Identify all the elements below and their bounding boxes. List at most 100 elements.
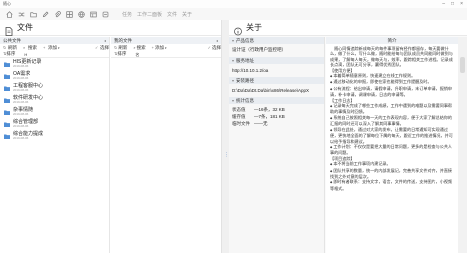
close-button[interactable]: ×: [460, 0, 463, 8]
server-section-header[interactable]: ▾ 服务地址: [229, 57, 324, 64]
refresh-button[interactable]: ↻ 刷新: [3, 45, 17, 51]
file-meta: OA需求 2019-08-06: [13, 71, 30, 81]
sort-filter-input[interactable]: 名: [134, 52, 164, 57]
folder-icon: [4, 134, 10, 139]
about-pane: 关于 ▾ 产品信息 设计证（行政用户监控吧） ▾ 服务地址 http://10.10…: [229, 20, 467, 253]
chevron-down-icon: ▾: [232, 98, 235, 103]
home-icon[interactable]: [4, 10, 15, 19]
breadcrumb: 任务 工作二面板 文件 关于: [122, 11, 192, 18]
stat-row: 缓存值 —7条，181 KB: [232, 113, 321, 120]
refresh-label: 刷新: [118, 44, 128, 50]
stat-value: —16条，32 KB: [254, 106, 285, 112]
intro-header: 简介: [326, 37, 458, 44]
folder-icon: [4, 62, 10, 67]
search-button[interactable]: ⌕ 搜索: [23, 45, 37, 51]
collapse-icon[interactable]: ◂: [104, 38, 106, 43]
info-column: ▾ 产品信息 设计证（行政用户监控吧） ▾ 服务地址 http://10.10.1.…: [229, 37, 325, 253]
add-button[interactable]: + 添加 ▾: [152, 45, 167, 51]
refresh-button[interactable]: ↻ 刷新: [114, 45, 127, 51]
list-item[interactable]: 综合能力提成 2019-08-06: [0, 130, 109, 142]
stat-value: ——无: [254, 120, 268, 126]
chevron-down-icon: ▾: [58, 45, 60, 50]
file-meta: 综合能力提成 2019-08-06: [13, 131, 43, 141]
breadcrumb-item[interactable]: 任务: [122, 11, 132, 18]
toolbar: 任务 工作二面板 文件 关于: [0, 8, 467, 20]
sort-button[interactable]: ⇅排序: [3, 51, 15, 57]
list-item[interactable]: OA需求 2019-08-06: [0, 70, 109, 82]
my-sort-bar: ⇅排序 名: [111, 51, 221, 58]
stats-section-header[interactable]: ▾ 统计信息: [229, 97, 324, 104]
intro-paragraph: 系统自己按照相关每一天的工作表现内容，便于大家了解总结你的汇报的同时还可以深入了…: [330, 115, 454, 127]
add-label: 添加: [154, 44, 164, 50]
info-icon: [234, 23, 242, 36]
breadcrumb-item[interactable]: 工作二面板: [137, 11, 162, 18]
public-files-header: 公共文件 ◂: [0, 37, 109, 44]
title-bar: 随心 – □ ×: [0, 0, 467, 8]
list-item[interactable]: 杂事情随 2019-08-06: [0, 106, 109, 118]
file-meta: 综合管理部 2019-08-06: [13, 119, 38, 129]
pane-splitter[interactable]: ⋮: [222, 20, 229, 253]
chevron-down-icon: ▾: [232, 58, 235, 63]
about-header: 关于: [229, 20, 467, 36]
intro-paragraph: 记录每天完成了哪些工作成绩，工作中遇到的难题以及需要同事帮助的事情及时回馈。: [330, 103, 454, 115]
minimize-button[interactable]: –: [442, 0, 445, 8]
folder-icon: [4, 110, 10, 115]
search-button[interactable]: ⌕ 搜索: [133, 45, 145, 51]
refresh-icon: ↻: [114, 45, 118, 50]
select-button[interactable]: ✓ 选择: [95, 45, 109, 51]
search-label: 搜索: [28, 44, 37, 50]
folder-icon[interactable]: [28, 10, 39, 19]
sort-button[interactable]: ⇅排序: [114, 51, 126, 57]
intro-paragraph: 即时有者联系：支持文字，语言，文件的传送，支持图片，小视频等格式。: [330, 179, 454, 191]
stats-section-label: 统计信息: [236, 97, 255, 103]
add-button[interactable]: + 添加 ▾: [43, 45, 60, 51]
intro-paragraph: 工作计划：不仅仅是要把大量的日常问题，更多的是检查与公共人事的问题。: [330, 144, 454, 156]
collapse-icon[interactable]: ◂: [216, 38, 218, 43]
my-files-actions: ↻ 刷新 ⌕ 搜索 + 添加 ▾ ✓ 选择: [111, 44, 221, 51]
list-item[interactable]: 软件研发中心 2019-08-06: [0, 94, 109, 106]
breadcrumb-item[interactable]: 关于: [182, 11, 192, 18]
maximize-button[interactable]: □: [451, 0, 454, 8]
files-header: 文件: [0, 20, 221, 36]
clip-icon[interactable]: [52, 10, 63, 19]
intro-text: 随心同情追踪新成每天的每件事项留有经作都留存，每天要做什么，做了什么，写什么做，…: [326, 44, 458, 193]
grid-icon[interactable]: [64, 10, 75, 19]
install-section-header[interactable]: ▾ 安装路径: [229, 77, 324, 84]
globe-icon[interactable]: [76, 10, 87, 19]
file-date: 2019-08-06: [13, 124, 29, 129]
scrollbar-thumb[interactable]: [460, 57, 465, 73]
layers-icon[interactable]: [100, 10, 111, 19]
server-section-label: 服务地址: [236, 57, 255, 63]
folder-icon: [4, 122, 10, 127]
check-icon: ✓: [95, 44, 99, 50]
product-section: 设计证（行政用户监控吧）: [229, 44, 324, 57]
breadcrumb-item[interactable]: 文件: [167, 11, 177, 18]
folder-icon: [4, 98, 10, 103]
list-item[interactable]: 综合管理部 2019-08-06: [0, 118, 109, 130]
list-item[interactable]: 工程客服中心 2019-08-06: [0, 82, 109, 94]
window-controls: – □ ×: [442, 0, 463, 8]
install-path: D:\Da\Da\Dt.Da\bin\x86\Release\AppX: [232, 87, 310, 93]
shuffle-icon[interactable]: [16, 10, 27, 19]
file-date: 2019-08-06: [13, 136, 29, 141]
edit-icon[interactable]: [40, 10, 51, 19]
select-button[interactable]: ✓ 选择: [208, 45, 221, 51]
page-title: 关于: [246, 23, 262, 32]
product-section-header[interactable]: ▾ 产品信息: [229, 37, 324, 44]
list-item[interactable]: HIS更新记录 2019-08-06: [0, 58, 109, 70]
my-files-header: 我的文件 ◂: [111, 37, 221, 44]
table-icon[interactable]: [88, 10, 99, 19]
search-icon: ⌕: [133, 45, 136, 50]
scrollbar[interactable]: [458, 37, 467, 253]
file-meta: 工程客服中心 2019-08-06: [13, 83, 43, 93]
chevron-down-icon: ▾: [164, 45, 167, 50]
file-date: 2019-08-06: [13, 64, 29, 69]
app-title: 随心: [3, 1, 11, 6]
select-label: 选择: [100, 44, 109, 50]
file-meta: HIS更新记录 2019-08-06: [13, 59, 41, 69]
stat-row: 状态值 —16条，32 KB: [232, 106, 321, 113]
product-section-label: 产品信息: [236, 37, 255, 43]
stats-section: 状态值 —16条，32 KB 缓存值 —7条，181 KB 临时文件 ——无: [229, 104, 324, 130]
sort-filter-input[interactable]: H: [23, 52, 53, 57]
file-date: 2019-08-06: [13, 100, 29, 105]
